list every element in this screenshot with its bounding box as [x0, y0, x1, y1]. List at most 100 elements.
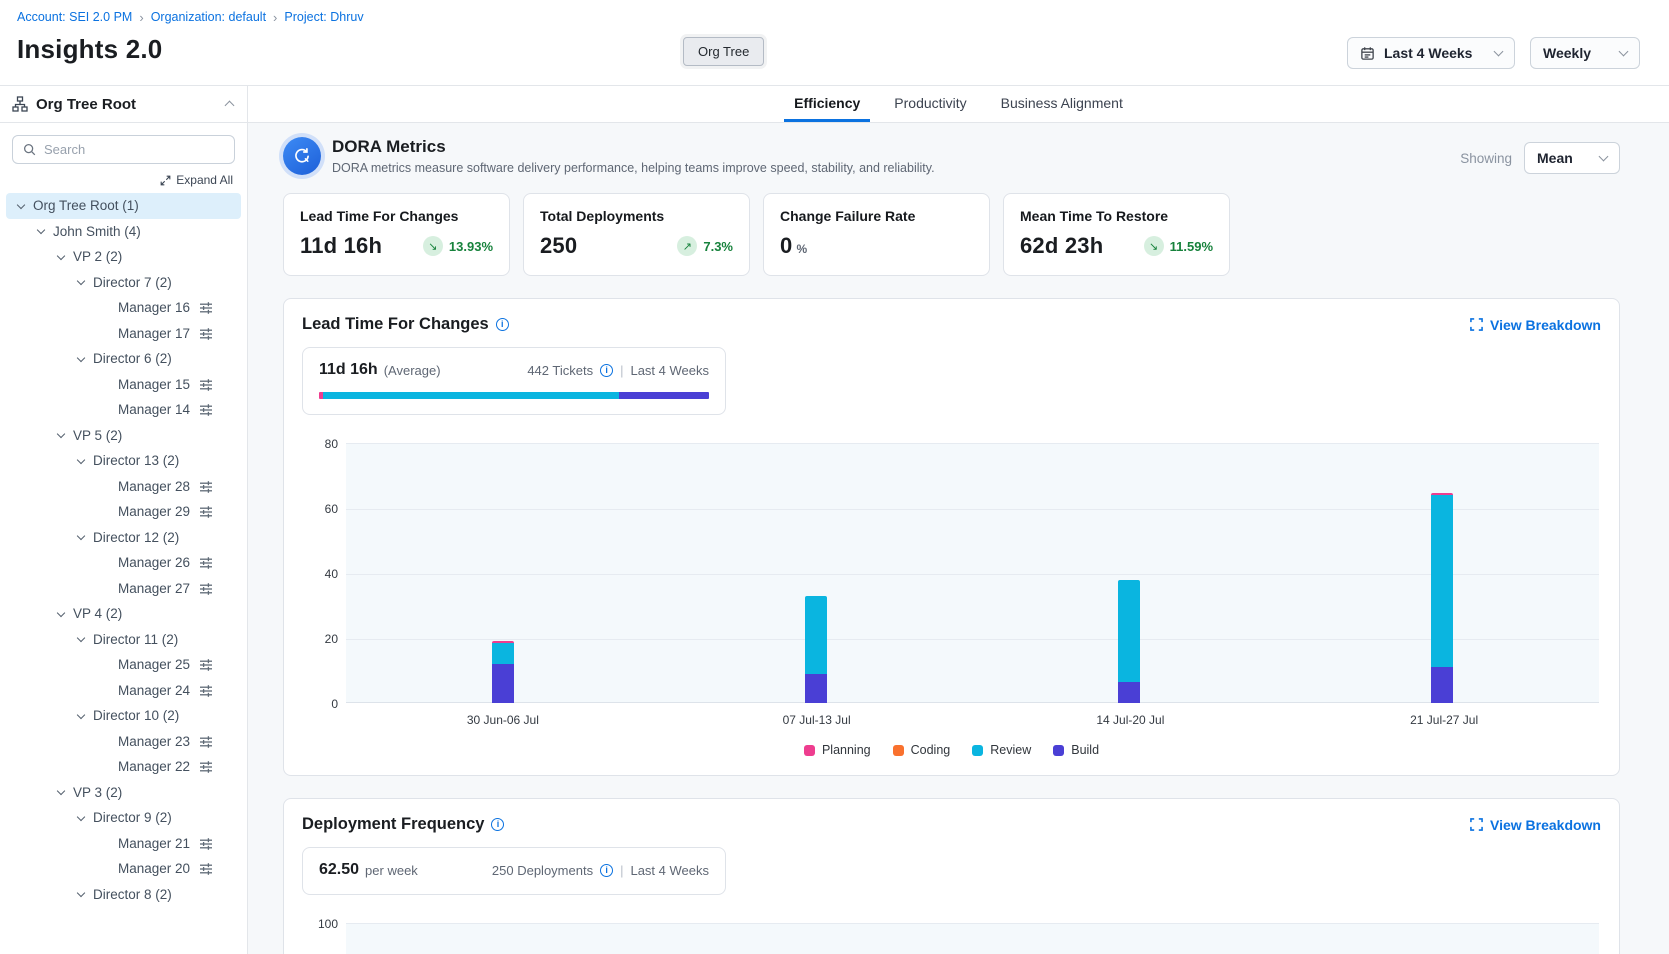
tree-item-manager-15[interactable]: Manager 15 [6, 372, 241, 398]
chevron-down-icon[interactable] [77, 532, 85, 540]
legend-item-review[interactable]: Review [972, 743, 1031, 757]
tree-item-manager-22[interactable]: Manager 22 [6, 754, 241, 780]
tree-item-vp-4-2[interactable]: VP 4 (2) [6, 601, 241, 627]
legend-swatch [893, 745, 904, 756]
filter-adjustments-icon[interactable] [199, 378, 213, 392]
chevron-down-icon[interactable] [77, 277, 85, 285]
breadcrumb-link[interactable]: Project: Dhruv [284, 10, 363, 24]
chevron-down-icon[interactable] [37, 226, 45, 234]
tab-productivity[interactable]: Productivity [884, 86, 976, 122]
filter-adjustments-icon[interactable] [199, 301, 213, 315]
metric-card-total-deployments[interactable]: Total Deployments250↗7.3% [523, 193, 750, 276]
stacked-bar-1[interactable] [492, 641, 514, 703]
tree-item-director-10-2[interactable]: Director 10 (2) [6, 703, 241, 729]
expand-all-button[interactable]: Expand All [0, 173, 233, 187]
breadcrumb-link[interactable]: Account: SEI 2.0 PM [17, 10, 132, 24]
metric-card-lead-time-for-changes[interactable]: Lead Time For Changes11d 16h↘13.93% [283, 193, 510, 276]
tree-item-manager-23[interactable]: Manager 23 [6, 729, 241, 755]
filter-adjustments-icon[interactable] [199, 327, 213, 341]
breadcrumb-link[interactable]: Organization: default [151, 10, 266, 24]
lead-time-view-breakdown[interactable]: View Breakdown [1470, 317, 1601, 333]
chevron-down-icon[interactable] [17, 201, 25, 209]
tree-item-manager-28[interactable]: Manager 28 [6, 474, 241, 500]
legend-item-build[interactable]: Build [1053, 743, 1099, 757]
stacked-bar-2[interactable] [805, 596, 827, 703]
chevron-down-icon[interactable] [57, 609, 65, 617]
chevron-down-icon[interactable] [57, 252, 65, 260]
chevron-down-icon[interactable] [77, 711, 85, 719]
tree-item-label: Director 8 (2) [93, 887, 172, 902]
filter-adjustments-icon[interactable] [199, 735, 213, 749]
deployment-meta: 250 Deploymentsi | Last 4 Weeks [492, 863, 709, 878]
tree-item-director-6-2[interactable]: Director 6 (2) [6, 346, 241, 372]
filter-adjustments-icon[interactable] [199, 760, 213, 774]
info-icon[interactable]: i [491, 818, 504, 831]
sidebar-header[interactable]: Org Tree Root [0, 86, 247, 123]
legend-item-planning[interactable]: Planning [804, 743, 871, 757]
tree-item-director-7-2[interactable]: Director 7 (2) [6, 270, 241, 296]
showing-select[interactable]: Mean [1524, 142, 1620, 174]
tree-item-director-11-2[interactable]: Director 11 (2) [6, 627, 241, 653]
dora-header: DORA Metrics DORA metrics measure softwa… [283, 137, 1620, 175]
metric-title: Change Failure Rate [780, 208, 973, 224]
dora-text: DORA Metrics DORA metrics measure softwa… [332, 137, 935, 175]
chevron-down-icon[interactable] [77, 634, 85, 642]
tree-item-manager-14[interactable]: Manager 14 [6, 397, 241, 423]
tree-item-manager-24[interactable]: Manager 24 [6, 678, 241, 704]
tab-business-alignment[interactable]: Business Alignment [991, 86, 1133, 122]
info-icon[interactable]: i [600, 364, 613, 377]
tree-item-manager-29[interactable]: Manager 29 [6, 499, 241, 525]
tree-item-director-8-2[interactable]: Director 8 (2) [6, 882, 241, 908]
org-tree-button[interactable]: Org Tree [683, 37, 764, 66]
chevron-down-icon[interactable] [77, 354, 85, 362]
info-icon[interactable]: i [600, 864, 613, 877]
x-axis-tick: 07 Jul-13 Jul [660, 713, 974, 727]
chevron-down-icon[interactable] [77, 456, 85, 464]
legend-item-coding[interactable]: Coding [893, 743, 951, 757]
legend-swatch [804, 745, 815, 756]
chevron-down-icon[interactable] [77, 813, 85, 821]
tree-item-org-tree-root-1[interactable]: Org Tree Root (1) [6, 193, 241, 219]
tree-item-manager-16[interactable]: Manager 16 [6, 295, 241, 321]
filter-adjustments-icon[interactable] [199, 582, 213, 596]
filter-adjustments-icon[interactable] [199, 480, 213, 494]
deployment-view-breakdown[interactable]: View Breakdown [1470, 817, 1601, 833]
search-input[interactable] [44, 142, 224, 157]
tree-item-director-13-2[interactable]: Director 13 (2) [6, 448, 241, 474]
tree-item-vp-3-2[interactable]: VP 3 (2) [6, 780, 241, 806]
filter-adjustments-icon[interactable] [199, 658, 213, 672]
tree-item-vp-2-2[interactable]: VP 2 (2) [6, 244, 241, 270]
tree-item-manager-17[interactable]: Manager 17 [6, 321, 241, 347]
tree-item-label: VP 4 (2) [73, 606, 122, 621]
calendar-icon [1360, 46, 1375, 61]
dora-description: DORA metrics measure software delivery p… [332, 161, 935, 175]
stacked-bar-3[interactable] [1118, 580, 1140, 704]
metric-card-change-failure-rate[interactable]: Change Failure Rate0% [763, 193, 990, 276]
tree-item-manager-21[interactable]: Manager 21 [6, 831, 241, 857]
tab-efficiency[interactable]: Efficiency [784, 86, 870, 122]
info-icon[interactable]: i [496, 318, 509, 331]
tree-item-manager-25[interactable]: Manager 25 [6, 652, 241, 678]
date-range-select[interactable]: Last 4 Weeks [1347, 37, 1515, 69]
filter-adjustments-icon[interactable] [199, 862, 213, 876]
metric-card-mean-time-to-restore[interactable]: Mean Time To Restore62d 23h↘11.59% [1003, 193, 1230, 276]
filter-adjustments-icon[interactable] [199, 403, 213, 417]
tree-item-john-smith-4[interactable]: John Smith (4) [6, 219, 241, 245]
chevron-down-icon[interactable] [57, 430, 65, 438]
filter-adjustments-icon[interactable] [199, 556, 213, 570]
stacked-bar-4[interactable] [1431, 493, 1453, 703]
filter-adjustments-icon[interactable] [199, 684, 213, 698]
trend-up-arrow-icon: ↗ [677, 236, 697, 256]
tree-item-manager-20[interactable]: Manager 20 [6, 856, 241, 882]
tree-item-director-9-2[interactable]: Director 9 (2) [6, 805, 241, 831]
tree-item-manager-27[interactable]: Manager 27 [6, 576, 241, 602]
granularity-select[interactable]: Weekly [1530, 37, 1640, 69]
tree-item-manager-26[interactable]: Manager 26 [6, 550, 241, 576]
filter-adjustments-icon[interactable] [199, 505, 213, 519]
chevron-down-icon[interactable] [57, 787, 65, 795]
chevron-down-icon[interactable] [77, 889, 85, 897]
tree-item-vp-5-2[interactable]: VP 5 (2) [6, 423, 241, 449]
lead-time-title: Lead Time For Changesi [302, 315, 509, 334]
filter-adjustments-icon[interactable] [199, 837, 213, 851]
tree-item-director-12-2[interactable]: Director 12 (2) [6, 525, 241, 551]
